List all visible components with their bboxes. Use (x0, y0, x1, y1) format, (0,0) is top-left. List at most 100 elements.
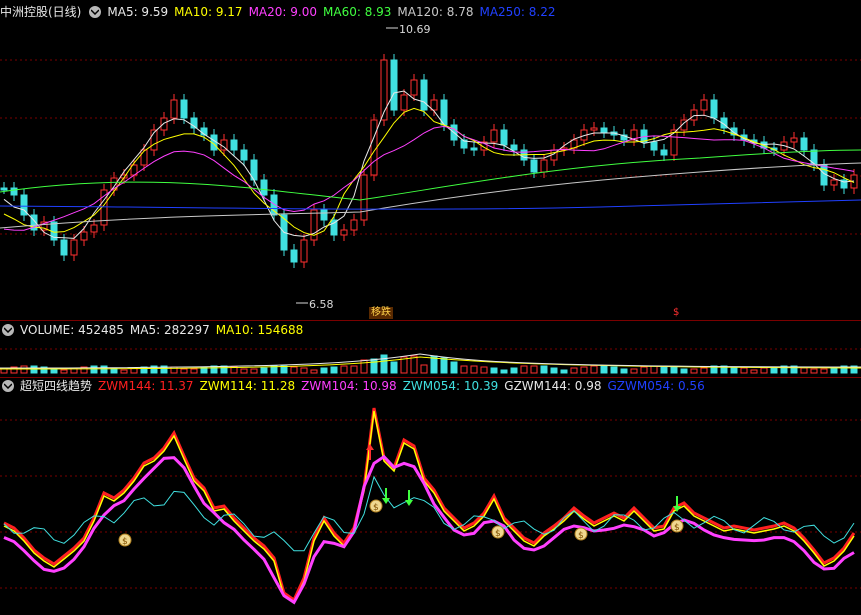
zwm054-label: ZWM054: 10.39 (402, 379, 499, 393)
volume-bar (410, 355, 418, 374)
volume-bar (690, 368, 698, 374)
candle-body (290, 249, 298, 263)
candle-body (70, 239, 78, 256)
volume-bar (570, 367, 578, 374)
candle-body (10, 187, 18, 196)
money-bag-symbol: $ (674, 523, 680, 533)
ma20-line (3, 125, 855, 231)
money-bag-symbol: $ (122, 537, 128, 547)
chevron-down-icon[interactable] (89, 6, 102, 18)
price-header: 中洲控股(日线) MA5: 9.59 MA10: 9.17 MA20: 9.00… (0, 4, 556, 20)
volume-bar (560, 369, 568, 374)
volume-panel: VOLUME: 452485 MA5: 282297 MA10: 154688 (0, 321, 861, 377)
zwm114-line (3, 410, 855, 605)
candle-body (340, 229, 348, 236)
zwm104-label: ZWM104: 10.98 (301, 379, 397, 393)
candle-body (660, 149, 668, 156)
candle-body (90, 224, 98, 233)
candle-body (170, 99, 178, 119)
price-title: 中洲控股(日线) (0, 5, 82, 19)
candle-body (180, 99, 188, 119)
volume-bar (620, 368, 628, 374)
volume-bar (700, 367, 708, 374)
volume-bar (240, 368, 248, 374)
candle-body (80, 231, 88, 241)
volume-bar (810, 368, 818, 374)
volume-label: VOLUME: 452485 (20, 323, 124, 337)
volume-bar (630, 368, 638, 374)
volume-ma10-label: MA10: 154688 (215, 323, 304, 337)
chevron-down-icon[interactable] (2, 380, 14, 392)
zwm144-label: ZWM144: 11.37 (98, 379, 194, 393)
volume-bar (280, 365, 288, 374)
volume-bar (680, 368, 688, 374)
candle-body (140, 149, 148, 166)
candle-body (690, 109, 698, 121)
event-tag: 移跌 (369, 307, 393, 319)
chevron-down-icon[interactable] (2, 324, 14, 336)
money-bag-symbol: $ (373, 503, 379, 513)
price-panel: 中洲控股(日线) MA5: 9.59 MA10: 9.17 MA20: 9.00… (0, 0, 861, 320)
signal-arrowhead (405, 500, 413, 506)
volume-bar (260, 367, 268, 374)
volume-bar (760, 367, 768, 374)
candle-body (810, 149, 818, 166)
volume-bar (640, 366, 648, 374)
candle-body (360, 174, 368, 221)
candle-body (490, 129, 498, 143)
ma250-label: MA250: 8.22 (479, 5, 556, 19)
candle-body (470, 147, 478, 151)
volume-bar (470, 365, 478, 374)
volume-bar (490, 367, 498, 374)
zwm114-label: ZWM114: 11.28 (199, 379, 296, 393)
volume-bar (350, 365, 358, 374)
candle-body (160, 117, 168, 131)
volume-bar (480, 366, 488, 374)
high-price-label: 10.69 (399, 23, 431, 36)
indicator-chart[interactable]: $ $ $ $ $ (0, 378, 861, 615)
candle-body (410, 79, 418, 96)
candle-body (670, 129, 678, 156)
volume-bar (360, 359, 368, 374)
volume-bar (30, 365, 38, 374)
volume-bar (300, 367, 308, 374)
candle-body (260, 179, 268, 196)
candle-body (600, 127, 608, 133)
zwm104-line (3, 454, 855, 605)
volume-bar (800, 367, 808, 374)
candle-body (800, 137, 808, 151)
volume-bar (670, 366, 678, 374)
volume-bar (370, 358, 378, 374)
indicator-header: 超短四线趋势 ZWM144: 11.37 ZWM114: 11.28 ZWM10… (0, 378, 705, 394)
volume-bar (590, 365, 598, 374)
volume-bar (460, 365, 468, 374)
volume-bar (120, 369, 128, 374)
candle-body (700, 99, 708, 111)
ma60-label: MA60: 8.93 (323, 5, 392, 19)
volume-bar (520, 365, 528, 374)
volume-bar (220, 365, 228, 374)
indicator-title: 超短四线趋势 (20, 379, 93, 393)
candle-body (500, 129, 508, 146)
candle-body (790, 137, 798, 143)
volume-ma5-label: MA5: 282297 (129, 323, 210, 337)
volume-bar (320, 367, 328, 374)
volume-bar (310, 369, 318, 374)
candle-body (320, 209, 328, 221)
candle-body (0, 187, 8, 191)
volume-bar (820, 368, 828, 374)
candle-body (330, 219, 338, 236)
candlestick-chart[interactable] (0, 0, 861, 320)
volume-header: VOLUME: 452485 MA5: 282297 MA10: 154688 (0, 322, 303, 338)
candle-body (60, 239, 68, 256)
volume-bar (290, 366, 298, 374)
volume-bar (60, 369, 68, 374)
volume-bar (450, 361, 458, 374)
candle-body (590, 127, 598, 131)
ma60-line (0, 149, 861, 201)
volume-bar (530, 365, 538, 374)
volume-bar (390, 361, 398, 374)
ma250-line (0, 199, 861, 210)
candle-body (710, 99, 718, 119)
candle-body (350, 219, 358, 231)
